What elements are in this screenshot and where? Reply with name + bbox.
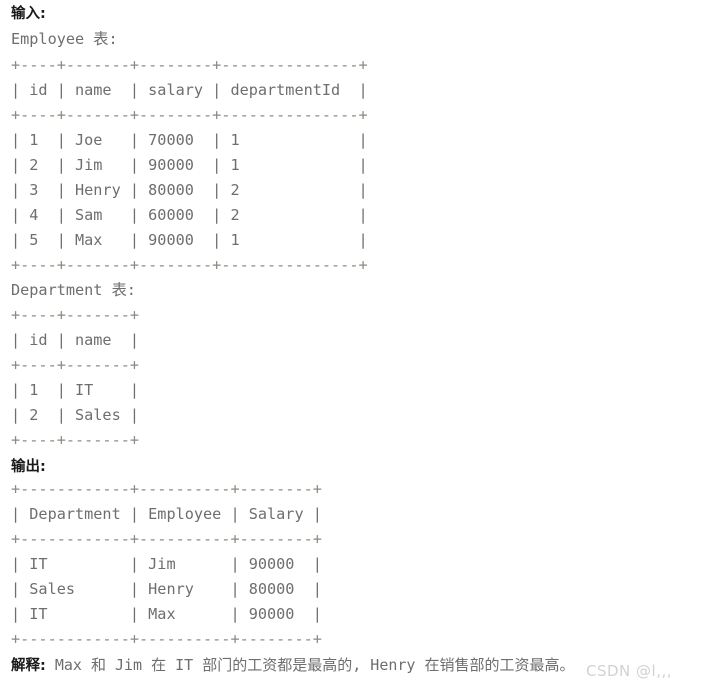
table-row: | IT | Jim | 90000 | bbox=[11, 555, 322, 573]
input-section: 输入: bbox=[0, 3, 46, 25]
table-rule: +----+-------+--------+---------------+ bbox=[11, 106, 368, 124]
department-table-title: Department 表: bbox=[11, 281, 136, 299]
table-rule: +----+-------+--------+---------------+ bbox=[11, 56, 368, 74]
table-rule: +------------+----------+--------+ bbox=[11, 530, 322, 548]
table-row: | Sales | Henry | 80000 | bbox=[11, 580, 322, 598]
employee-table-title-wrap: Employee 表: bbox=[0, 27, 118, 52]
table-row: | IT | Max | 90000 | bbox=[11, 605, 322, 623]
table-rule: +----+-------+ bbox=[11, 356, 140, 374]
table-row: | 1 | IT | bbox=[11, 381, 140, 399]
table-header-row: | id | name | salary | departmentId | bbox=[11, 81, 368, 99]
employee-table-ascii: +----+-------+--------+---------------+ |… bbox=[0, 53, 368, 278]
table-row: | 4 | Sam | 60000 | 2 | bbox=[11, 206, 368, 224]
department-table-ascii: +----+-------+ | id | name | +----+-------… bbox=[0, 303, 139, 453]
table-rule: +----+-------+ bbox=[11, 431, 140, 449]
table-row: | 5 | Max | 90000 | 1 | bbox=[11, 231, 368, 249]
table-rule: +----+-------+--------+---------------+ bbox=[11, 256, 368, 274]
table-rule: +------------+----------+--------+ bbox=[11, 480, 322, 498]
employee-table-title: Employee 表: bbox=[11, 30, 118, 48]
explanation-label: 解释: bbox=[11, 658, 46, 674]
explanation-text: Max 和 Jim 在 IT 部门的工资都是最高的, Henry 在销售部的工资… bbox=[45, 656, 575, 674]
output-table-ascii: +------------+----------+--------+ | Depa… bbox=[0, 477, 322, 652]
table-row: | 2 | Sales | bbox=[11, 406, 140, 424]
table-rule: +----+-------+ bbox=[11, 306, 140, 324]
table-row: | 1 | Joe | 70000 | 1 | bbox=[11, 131, 368, 149]
input-label: 输入: bbox=[11, 6, 46, 22]
code-block-page: 输入: Employee 表: +----+-------+--------+-… bbox=[0, 0, 706, 691]
output-section: 输出: bbox=[0, 456, 46, 478]
table-row: | 2 | Jim | 90000 | 1 | bbox=[11, 156, 368, 174]
department-table: +----+-------+ | id | name | +----+-------… bbox=[0, 303, 139, 453]
department-table-title-wrap: Department 表: bbox=[0, 278, 136, 303]
employee-table: +----+-------+--------+---------------+ |… bbox=[0, 53, 368, 278]
explanation-line: 解释: Max 和 Jim 在 IT 部门的工资都是最高的, Henry 在销售… bbox=[11, 653, 691, 678]
table-row: | 3 | Henry | 80000 | 2 | bbox=[11, 181, 368, 199]
table-rule: +------------+----------+--------+ bbox=[11, 630, 322, 648]
output-table: +------------+----------+--------+ | Depa… bbox=[0, 477, 322, 652]
table-header-row: | Department | Employee | Salary | bbox=[11, 505, 322, 523]
table-header-row: | id | name | bbox=[11, 331, 140, 349]
output-label: 输出: bbox=[11, 459, 46, 475]
